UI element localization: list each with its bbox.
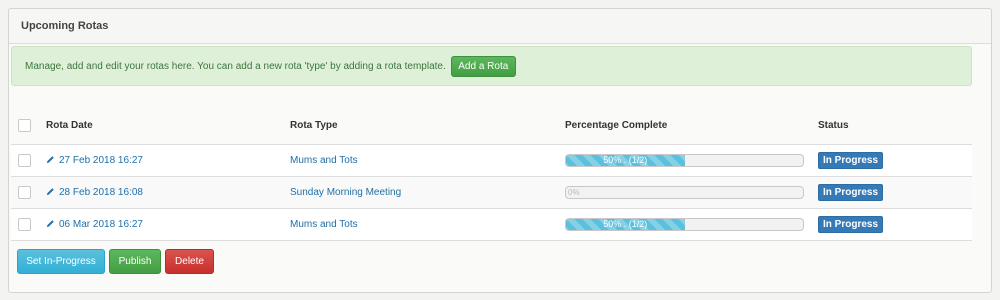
rota-type-link[interactable]: Sunday Morning Meeting (290, 187, 401, 198)
pencil-icon[interactable] (46, 155, 55, 164)
progress-bar: 0% (565, 185, 804, 199)
set-in-progress-button[interactable]: Set In-Progress (17, 249, 105, 274)
row-checkbox[interactable] (18, 185, 31, 199)
rota-date-link[interactable]: 06 Mar 2018 16:27 (59, 219, 143, 230)
status-badge: In Progress (818, 183, 884, 201)
status-badge: In Progress (818, 215, 884, 233)
info-alert: Manage, add and edit your rotas here. Yo… (11, 46, 972, 86)
rota-date-link[interactable]: 28 Feb 2018 16:08 (59, 187, 143, 198)
header-rota-type[interactable]: Rota Type (289, 108, 564, 145)
progress-fill: 50% . (1/2) (566, 154, 685, 166)
progress-bar: 50% . (1/2) (565, 153, 804, 167)
table-row: 28 Feb 2018 16:08 Sunday Morning Meeting… (11, 176, 972, 209)
status-badge: In Progress (818, 151, 884, 169)
publish-button[interactable]: Publish (109, 249, 161, 274)
alert-text: Manage, add and edit your rotas here. Yo… (25, 60, 446, 72)
header-status[interactable]: Status (817, 108, 972, 145)
progress-label: 0% (568, 187, 580, 197)
panel-header: Upcoming Rotas (9, 9, 991, 44)
rota-date-link[interactable]: 27 Feb 2018 16:27 (59, 155, 143, 166)
row-checkbox[interactable] (18, 153, 31, 167)
progress-fill: 50% . (1/2) (566, 218, 685, 230)
select-all-checkbox[interactable] (18, 119, 31, 133)
rotas-table: Rota Date Rota Type Percentage Complete … (11, 108, 972, 241)
table-row: 27 Feb 2018 16:27 Mums and Tots 50% . (1… (11, 144, 972, 177)
table-row: 06 Mar 2018 16:27 Mums and Tots 50% . (1… (11, 208, 972, 241)
rota-type-link[interactable]: Mums and Tots (290, 155, 358, 166)
pencil-icon[interactable] (46, 187, 55, 196)
header-rota-date[interactable]: Rota Date (45, 108, 289, 145)
delete-button[interactable]: Delete (165, 249, 214, 274)
bulk-actions: Set In-Progress Publish Delete (17, 249, 214, 274)
row-checkbox[interactable] (18, 217, 31, 231)
add-rota-button[interactable]: Add a Rota (450, 55, 516, 77)
rota-type-link[interactable]: Mums and Tots (290, 219, 358, 230)
panel-title: Upcoming Rotas (21, 20, 109, 32)
table-header-row: Rota Date Rota Type Percentage Complete … (11, 108, 972, 145)
pencil-icon[interactable] (46, 219, 55, 228)
progress-bar: 50% . (1/2) (565, 217, 804, 231)
header-percentage-complete[interactable]: Percentage Complete (564, 108, 817, 145)
